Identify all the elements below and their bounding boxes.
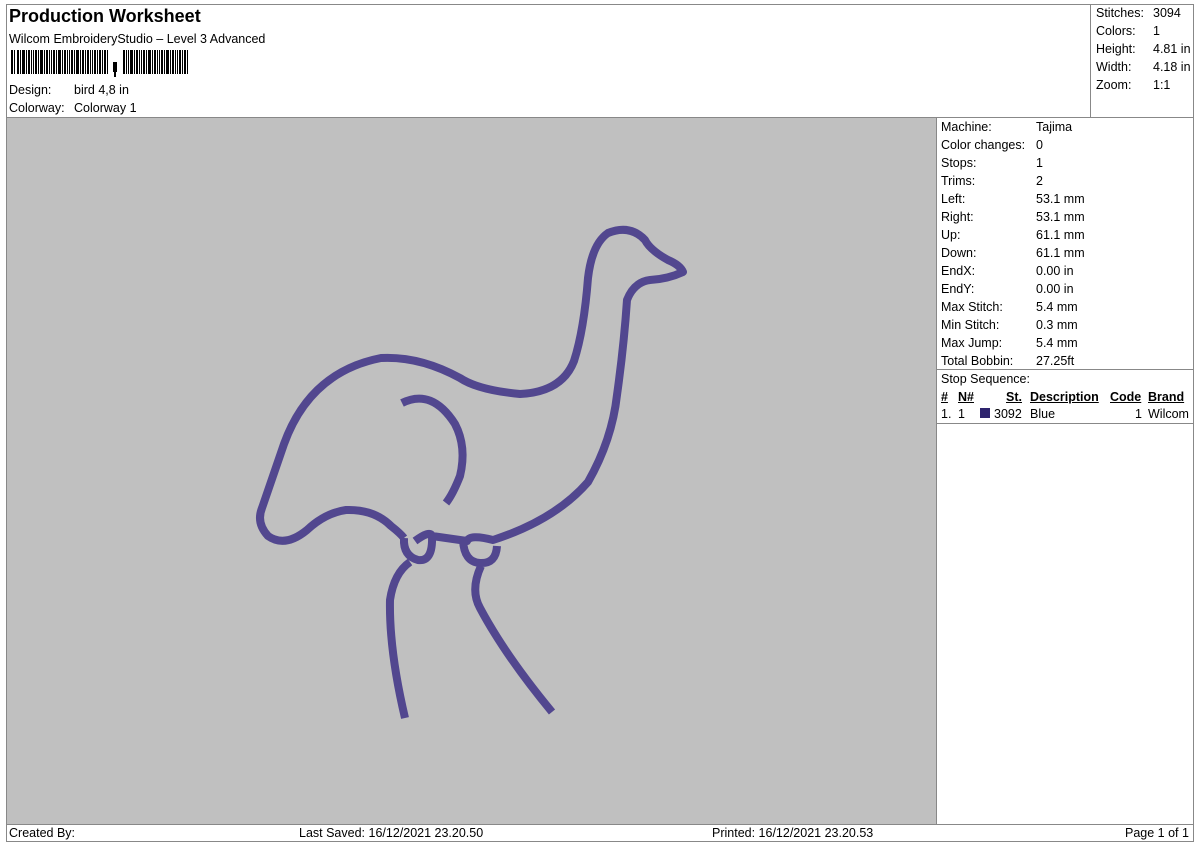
machine-row-label: Max Jump: [941,336,1003,350]
printed-date: Printed: 16/12/2021 23.20.53 [712,826,874,840]
machine-row-label: Max Stitch: [941,300,1003,314]
machine-row-value: 2 [1036,174,1043,188]
machine-row-value: 53.1 mm [1036,210,1085,224]
height-label: Height: [1096,42,1136,56]
bird-left-leg [385,558,413,719]
width-value: 4.18 in [1153,60,1191,74]
machine-row-value: 0 [1036,138,1043,152]
machine-row-value: 0.00 in [1036,282,1074,296]
row-n: 1 [958,407,965,421]
height-value: 4.81 in [1153,42,1191,56]
created-by: Created By: [9,826,76,840]
machine-row-label: Color changes: [941,138,1026,152]
col-header-brand: Brand [1148,390,1185,404]
machine-row-label: Down: [941,246,977,260]
machine-row-label: Left: [941,192,966,206]
col-header-description: Description [1030,390,1099,404]
machine-row-label: Min Stitch: [941,318,1000,332]
machine-row-value: 1 [1036,156,1043,170]
machine-row-label: Trims: [941,174,976,188]
stitches-value: 3094 [1153,6,1181,20]
col-header-st: St. [1006,390,1022,404]
bird-embroidery-design [256,225,687,719]
zoom-value: 1:1 [1153,78,1171,92]
row-st: 3092 [994,407,1022,421]
machine-row-value: 61.1 mm [1036,228,1085,242]
machine-row-value: 5.4 mm [1036,336,1078,350]
last-saved: Last Saved: 16/12/2021 23.20.50 [299,826,484,840]
design-preview [7,118,936,824]
colorway-value: Colorway 1 [74,101,137,115]
design-label: Design: [9,83,52,97]
machine-row-label: Stops: [941,156,977,170]
machine-divider [936,369,1194,370]
machine-row-label: Total Bobbin: [941,354,1014,368]
col-header-n: N# [958,390,974,404]
thread-color-swatch [980,408,990,418]
machine-row-label: Right: [941,210,974,224]
page-title: Production Worksheet [9,6,201,26]
stop-sequence-title: Stop Sequence: [941,372,1030,386]
row-code: 1 [1135,407,1142,421]
col-header-num: # [941,390,948,404]
machine-row-value: 61.1 mm [1036,246,1085,260]
colors-value: 1 [1153,24,1160,38]
bird-body-outline [256,225,687,545]
row-brand: Wilcom [1148,407,1189,421]
machine-row-value: 0.00 in [1036,264,1074,278]
table-row-divider [936,423,1194,424]
row-num: 1. [941,407,952,421]
footer-divider [6,824,1194,825]
machine-row-label: EndX: [941,264,976,278]
stitches-label: Stitches: [1096,6,1144,20]
machine-row-label: Up: [941,228,961,242]
colorway-label: Colorway: [9,101,65,115]
col-header-code: Code [1110,390,1142,404]
bird-wing [400,394,467,506]
machine-row-label: Machine: [941,120,992,134]
page-number: Page 1 of 1 [1125,826,1189,840]
design-value: bird 4,8 in [74,83,129,97]
bird-right-leg [471,564,556,715]
barcode-icon [11,50,188,77]
zoom-label: Zoom: [1096,78,1132,92]
sidebar-divider [936,117,937,825]
machine-row-value: 27.25ft [1036,354,1075,368]
machine-row-value: Tajima [1036,120,1073,134]
software-subtitle: Wilcom EmbroideryStudio – Level 3 Advanc… [9,32,266,46]
machine-row-value: 0.3 mm [1036,318,1078,332]
summary-divider [1090,4,1091,118]
machine-row-value: 5.4 mm [1036,300,1078,314]
row-description: Blue [1030,407,1056,421]
width-label: Width: [1096,60,1132,74]
machine-row-label: EndY: [941,282,975,296]
colors-label: Colors: [1096,24,1136,38]
machine-row-value: 53.1 mm [1036,192,1085,206]
